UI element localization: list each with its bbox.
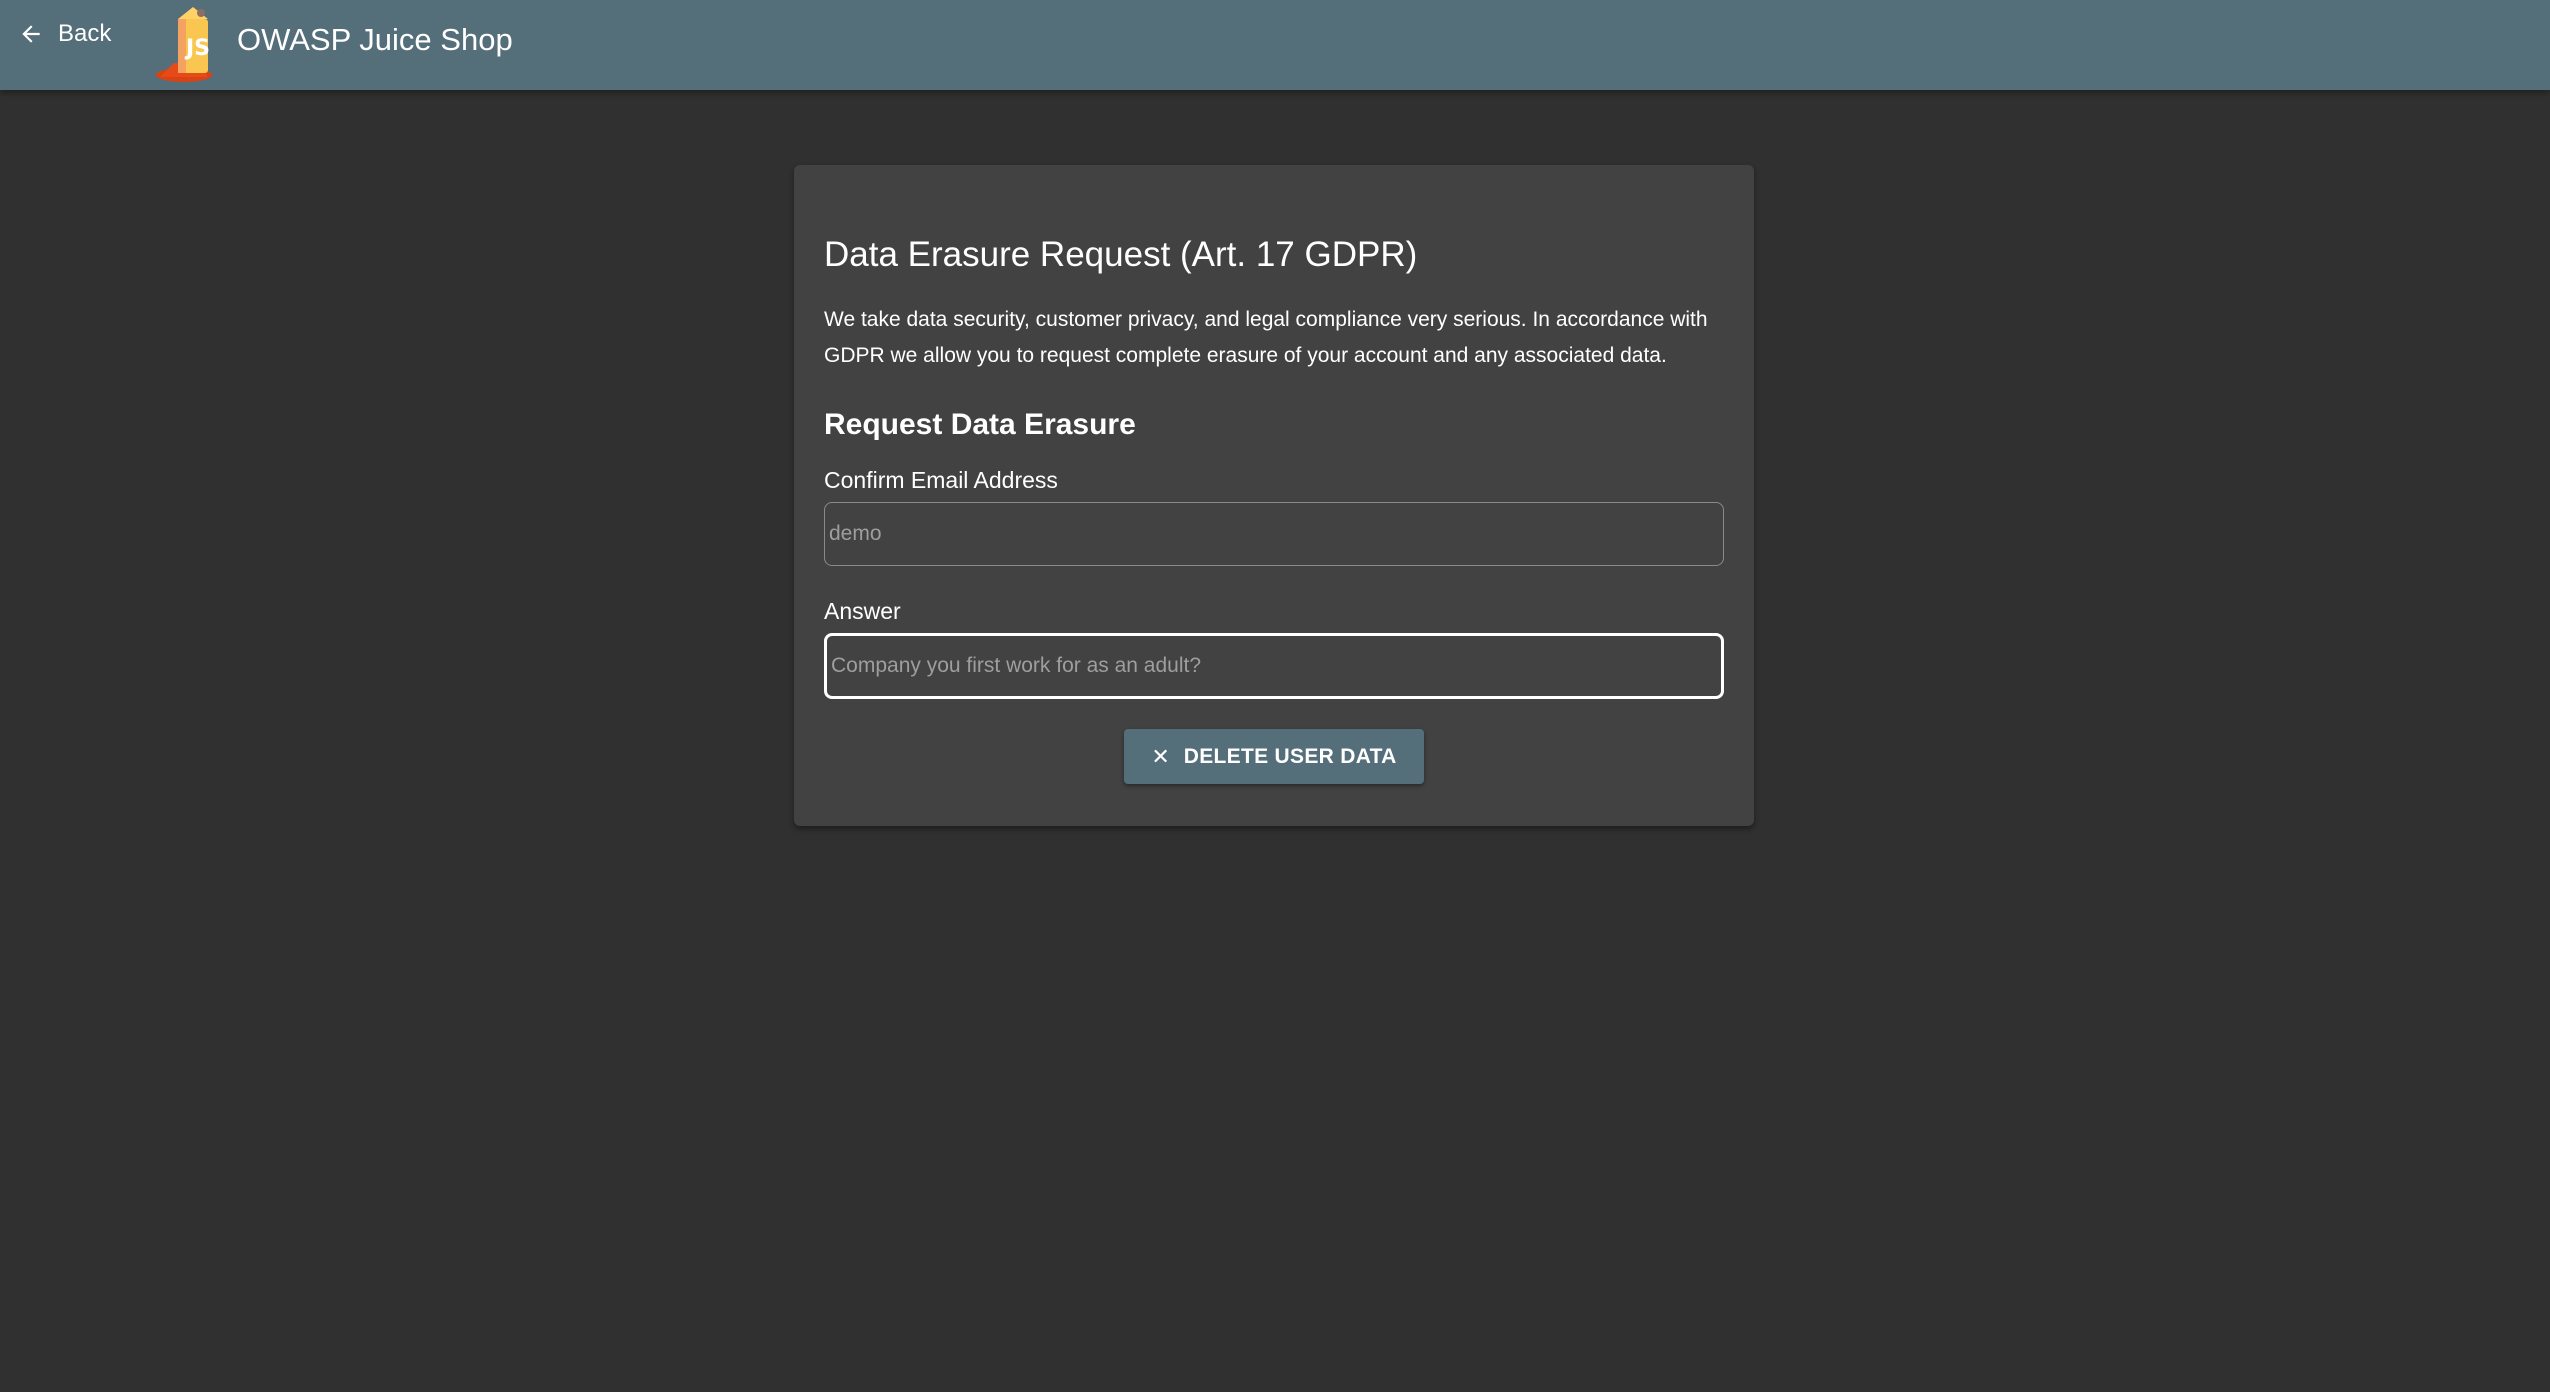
answer-field[interactable] <box>824 633 1724 699</box>
arrow-left-icon <box>18 21 44 47</box>
juice-shop-logo[interactable]: JS <box>154 5 226 85</box>
email-field[interactable] <box>824 502 1724 566</box>
page-description: We take data security, customer privacy,… <box>824 308 1708 367</box>
svg-text:JS: JS <box>184 36 210 61</box>
answer-field-label: Answer <box>824 598 901 624</box>
delete-user-data-button[interactable]: ✕ DELETE USER DATA <box>1124 729 1424 784</box>
delete-button-label: DELETE USER DATA <box>1183 744 1397 768</box>
email-field-label: Confirm Email Address <box>824 467 1058 493</box>
app-title[interactable]: OWASP Juice Shop <box>237 20 513 60</box>
page-title: Data Erasure Request (Art. 17 GDPR) <box>824 235 1418 274</box>
back-button-label: Back <box>58 20 112 47</box>
data-erasure-card: Data Erasure Request (Art. 17 GDPR) We t… <box>794 165 1754 826</box>
section-title: Request Data Erasure <box>824 408 1136 441</box>
back-button[interactable]: Back <box>18 10 111 58</box>
top-toolbar: Back JS OWASP Juice Shop <box>0 0 2550 90</box>
close-icon: ✕ <box>1151 743 1170 769</box>
